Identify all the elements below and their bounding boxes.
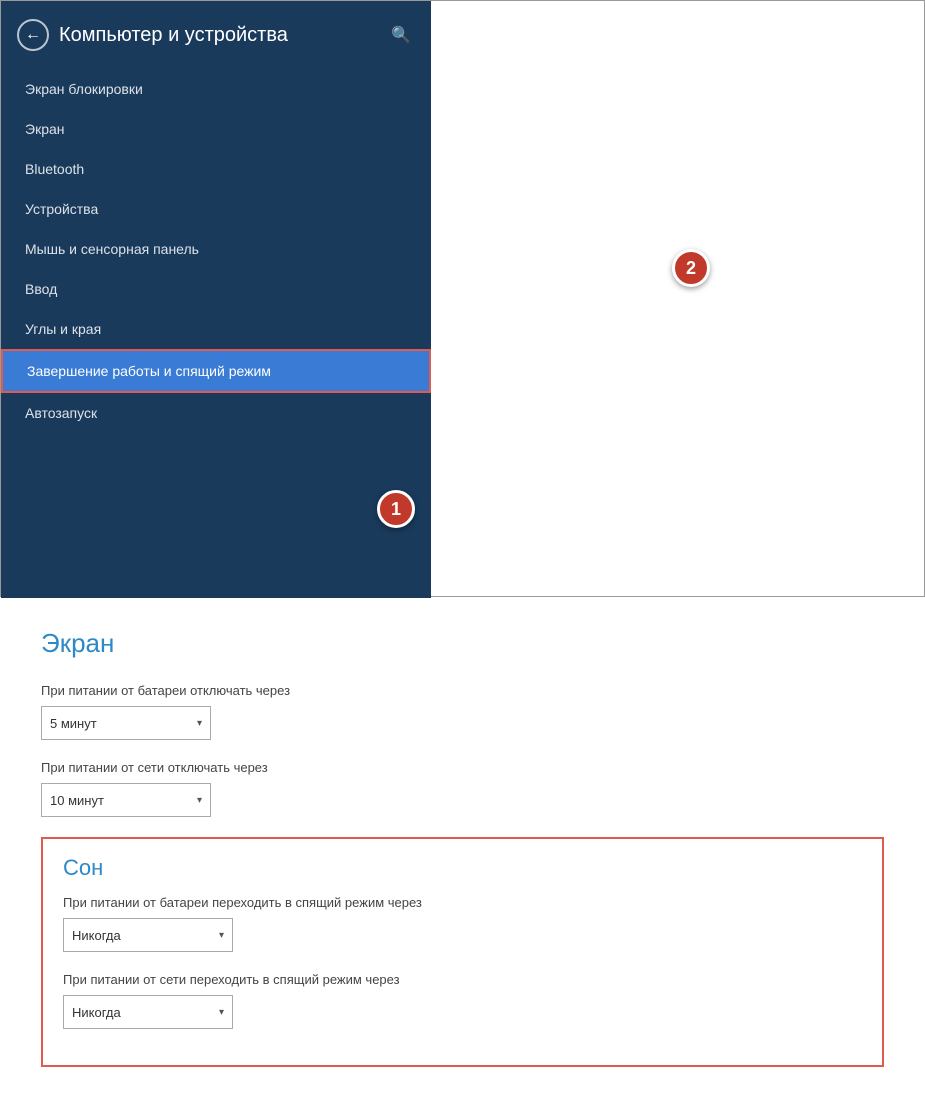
- search-icon[interactable]: 🔍: [391, 25, 411, 45]
- annotation-badge-1: 1: [377, 490, 415, 528]
- network-sleep-value: Никогда: [72, 1005, 121, 1020]
- battery-off-dropdown[interactable]: 5 минут ▾: [41, 706, 211, 740]
- battery-sleep-label: При питании от батареи переходить в спящ…: [63, 895, 862, 910]
- network-sleep-label: При питании от сети переходить в спящий …: [63, 972, 862, 987]
- annotation-badge-2: 2: [672, 249, 710, 287]
- network-sleep-dropdown[interactable]: Никогда ▾: [63, 995, 233, 1029]
- sidebar-item-lock-screen[interactable]: Экран блокировки: [1, 69, 431, 109]
- sidebar-item-screen[interactable]: Экран: [1, 109, 431, 149]
- network-off-dropdown[interactable]: 10 минут ▾: [41, 783, 211, 817]
- sidebar-item-devices[interactable]: Устройства: [1, 189, 431, 229]
- back-button[interactable]: ←: [17, 19, 49, 51]
- sidebar-item-bluetooth[interactable]: Bluetooth: [1, 149, 431, 189]
- sidebar-header: ← Компьютер и устройства 🔍: [1, 1, 431, 65]
- battery-off-value: 5 минут: [50, 716, 97, 731]
- network-off-label: При питании от сети отключать через: [41, 760, 884, 775]
- battery-sleep-dropdown[interactable]: Никогда ▾: [63, 918, 233, 952]
- sidebar: ← Компьютер и устройства 🔍 Экран блокиро…: [1, 1, 431, 598]
- main-content: Экран При питании от батареи отключать ч…: [1, 598, 924, 1097]
- network-off-section: При питании от сети отключать через 10 м…: [41, 760, 884, 817]
- sidebar-item-autorun[interactable]: Автозапуск: [1, 393, 431, 433]
- page-title: Экран: [41, 628, 884, 659]
- sidebar-title: Компьютер и устройства: [59, 24, 377, 47]
- sidebar-item-mouse[interactable]: Мышь и сенсорная панель: [1, 229, 431, 269]
- network-off-arrow-icon: ▾: [197, 795, 202, 806]
- network-sleep-arrow-icon: ▾: [219, 1007, 224, 1018]
- sidebar-nav: Экран блокировки Экран Bluetooth Устройс…: [1, 69, 431, 433]
- battery-off-section: При питании от батареи отключать через 5…: [41, 683, 884, 740]
- sidebar-item-corners[interactable]: Углы и края: [1, 309, 431, 349]
- battery-off-label: При питании от батареи отключать через: [41, 683, 884, 698]
- sidebar-item-shutdown[interactable]: Завершение работы и спящий режим: [1, 349, 431, 393]
- sleep-section-title: Сон: [63, 855, 862, 881]
- sidebar-item-input[interactable]: Ввод: [1, 269, 431, 309]
- battery-sleep-arrow-icon: ▾: [219, 930, 224, 941]
- sleep-section: Сон При питании от батареи переходить в …: [41, 837, 884, 1067]
- battery-off-arrow-icon: ▾: [197, 718, 202, 729]
- network-off-value: 10 минут: [50, 793, 104, 808]
- battery-sleep-value: Никогда: [72, 928, 121, 943]
- battery-sleep-section: При питании от батареи переходить в спящ…: [63, 895, 862, 952]
- network-sleep-section: При питании от сети переходить в спящий …: [63, 972, 862, 1029]
